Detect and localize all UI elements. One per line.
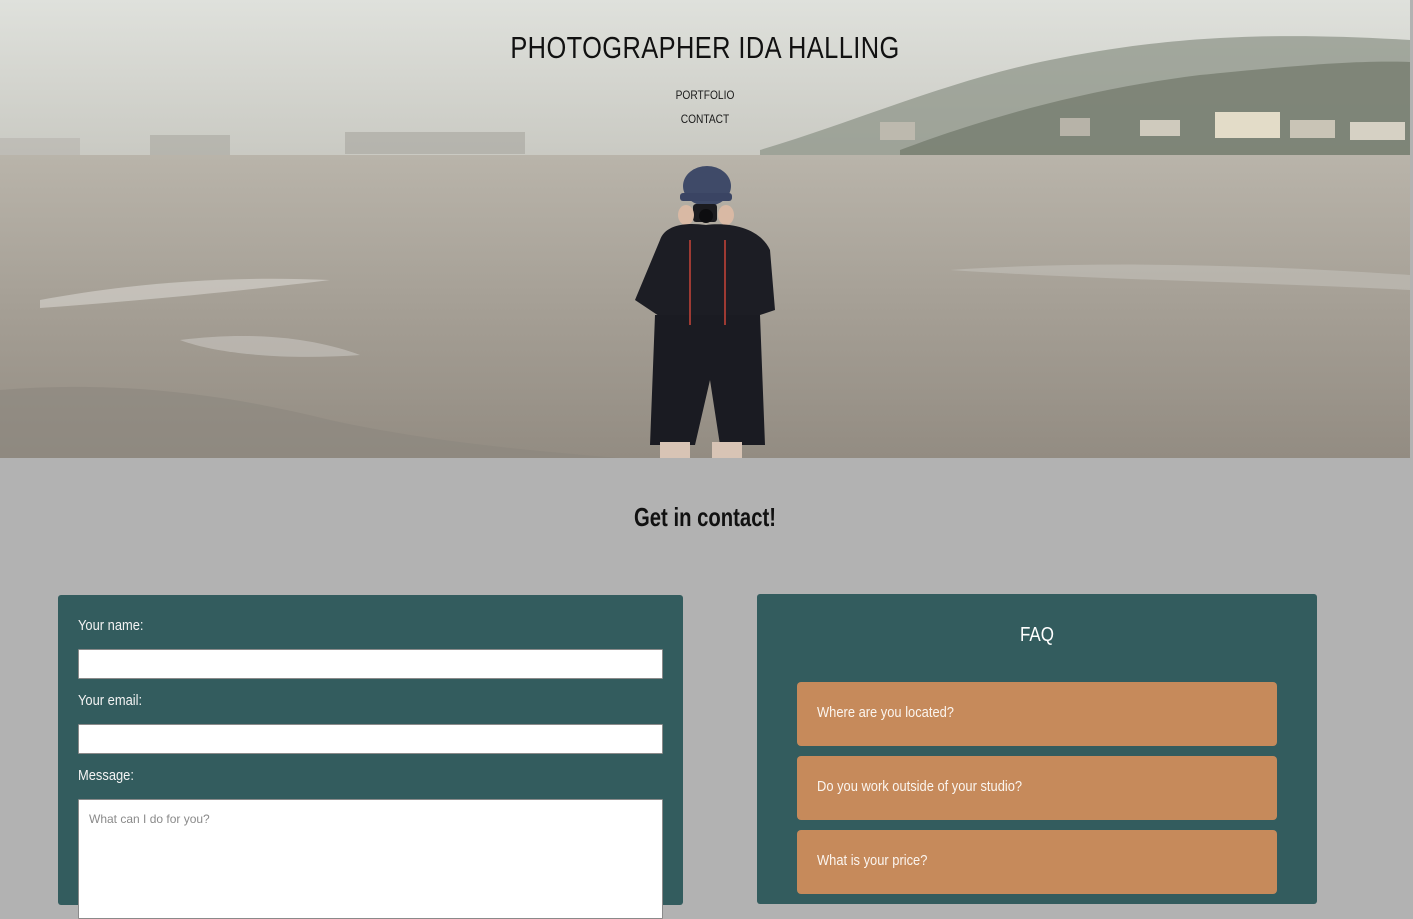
hero-banner: PHOTOGRAPHER IDA HALLING PORTFOLIO CONTA…	[0, 0, 1410, 458]
faq-item-outside-studio[interactable]: Do you work outside of your studio?	[797, 756, 1277, 820]
hero-photo	[0, 0, 1410, 458]
contact-form: Your name: Your email: Message:	[58, 595, 683, 919]
name-label: Your name:	[78, 617, 144, 634]
faq-item-location[interactable]: Where are you located?	[797, 682, 1277, 746]
message-label: Message:	[78, 767, 134, 784]
nav-contact-link[interactable]: CONTACT	[106, 112, 1305, 126]
faq-question: What is your price?	[817, 852, 928, 869]
nav-portfolio-link[interactable]: PORTFOLIO	[106, 88, 1305, 102]
faq-panel: FAQ Where are you located? Do you work o…	[757, 594, 1317, 904]
faq-question: Do you work outside of your studio?	[817, 778, 1023, 795]
email-label: Your email:	[78, 692, 143, 709]
faq-title: FAQ	[1019, 624, 1054, 646]
faq-item-price[interactable]: What is your price?	[797, 830, 1277, 894]
contact-heading: Get in contact!	[634, 502, 776, 532]
email-input[interactable]	[78, 724, 663, 754]
message-textarea[interactable]	[78, 799, 663, 919]
name-input[interactable]	[78, 649, 663, 679]
site-title: PHOTOGRAPHER IDA HALLING	[510, 30, 900, 65]
faq-question: Where are you located?	[817, 704, 954, 721]
